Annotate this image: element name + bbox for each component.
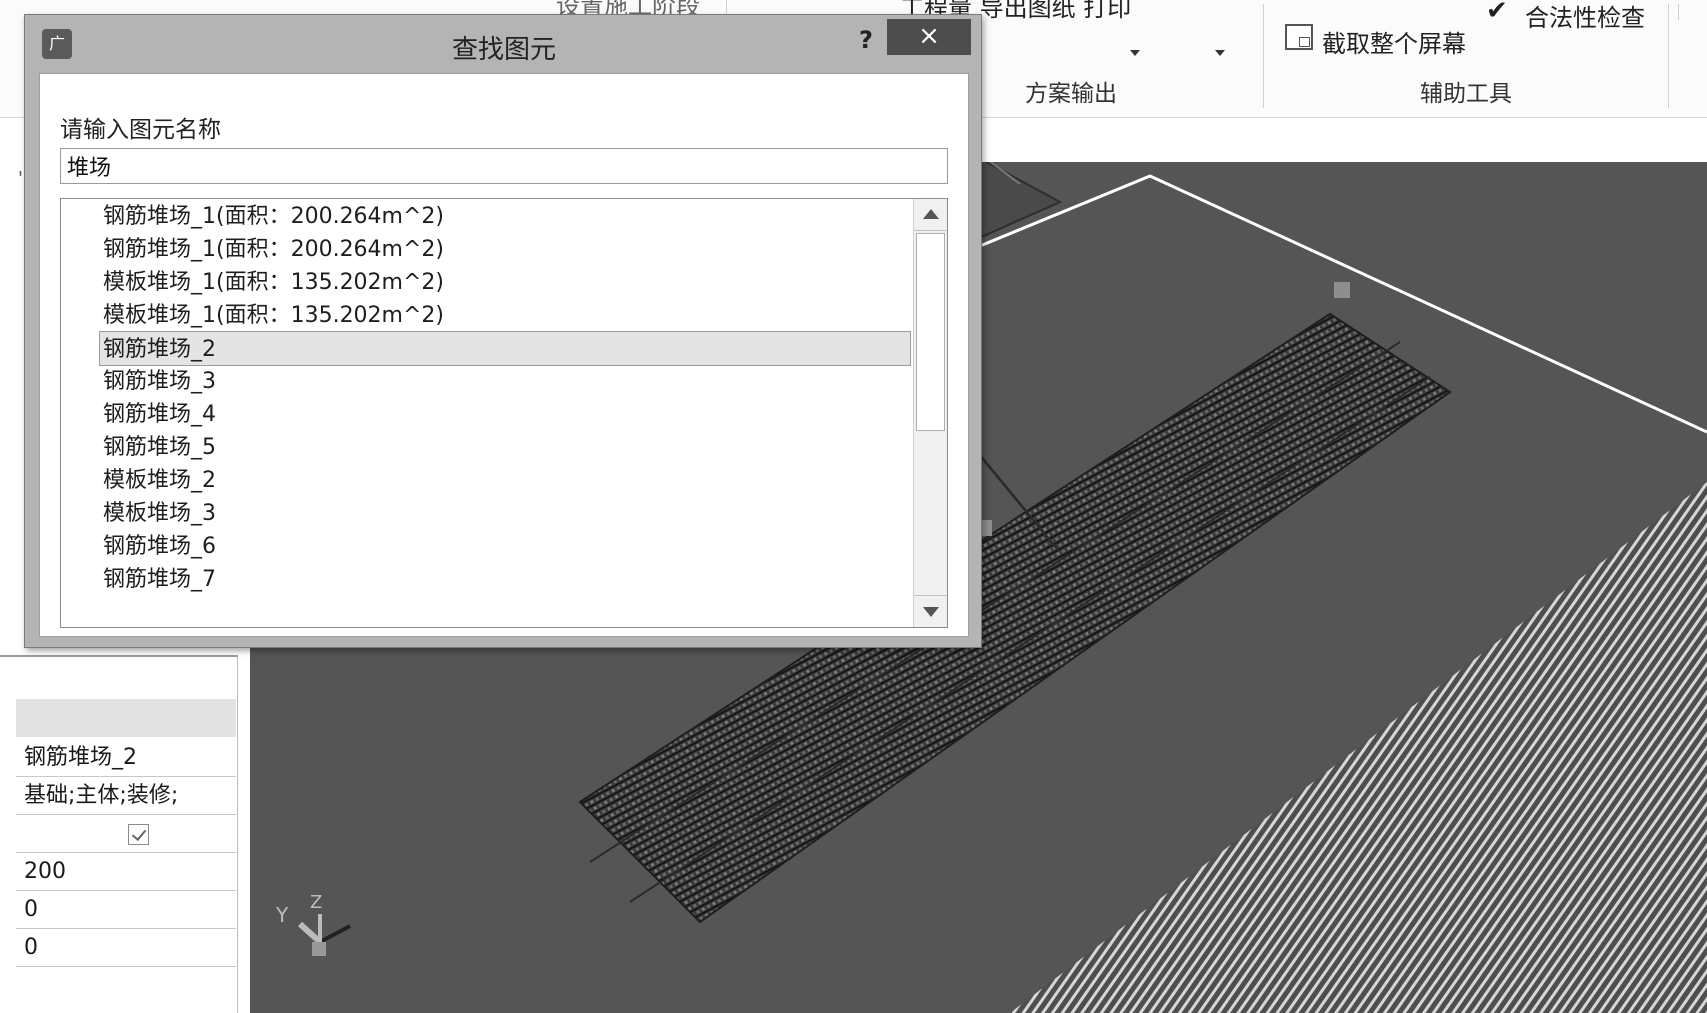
scroll-thumb[interactable] <box>916 233 945 431</box>
ribbon-separator <box>1263 4 1264 108</box>
property-row-visible[interactable] <box>16 815 236 853</box>
group-label-tools: 辅助工具 <box>1420 81 1512 107</box>
result-list-item[interactable]: 钢筋堆场_3 <box>61 364 911 399</box>
property-header <box>16 699 236 737</box>
capture-screen-button[interactable]: 截取整个屏幕 <box>1322 24 1466 59</box>
axis-y-label: Y <box>275 903 289 927</box>
result-list-item[interactable]: 钢筋堆场_4 <box>61 397 911 432</box>
list-scrollbar[interactable] <box>913 199 947 627</box>
search-prompt-label: 请输入图元名称 <box>60 117 221 143</box>
property-row-name[interactable]: 钢筋堆场_2 <box>16 739 236 777</box>
scroll-up-icon[interactable] <box>914 199 947 231</box>
panel-edge-mark: ' <box>18 168 23 189</box>
property-row-stage[interactable]: 基础;主体;装修; <box>16 777 236 815</box>
dropdown-arrow-icon[interactable] <box>1215 50 1225 56</box>
scroll-down-icon[interactable] <box>914 595 947 627</box>
help-button[interactable]: ? <box>851 23 881 57</box>
result-list-item[interactable]: 模板堆场_1(面积：135.202m^2) <box>61 265 911 300</box>
property-row-value-2[interactable]: 0 <box>16 891 236 929</box>
property-panel: 钢筋堆场_2 基础;主体;装修; 200 0 0 <box>0 655 238 1013</box>
checkmark-icon: ✔ <box>1486 0 1508 26</box>
find-element-dialog: 广 查找图元 ? × 请输入图元名称 钢筋堆场_1(面积：200.264m^2)… <box>24 14 982 648</box>
group-label-output: 方案输出 <box>1025 81 1117 107</box>
property-stage-value: 基础;主体;装修; <box>24 783 179 808</box>
result-list-item[interactable]: 钢筋堆场_5 <box>61 430 911 465</box>
dialog-title: 查找图元 <box>451 35 556 65</box>
result-list-item[interactable]: 钢筋堆场_1(面积：200.264m^2) <box>61 199 911 234</box>
app-window: 设置施工阶段 工程量 导出图纸 打印 方案输出 ✔ 合法性检查 截取整个屏幕 辅… <box>0 0 1707 1013</box>
visible-checkbox[interactable] <box>128 824 149 845</box>
dropdown-arrow-icon[interactable] <box>1130 50 1140 56</box>
grip-handle[interactable] <box>1334 282 1350 298</box>
result-list-item[interactable]: 钢筋堆场_7 <box>61 562 911 597</box>
property-value-3: 0 <box>24 935 38 960</box>
property-name-value: 钢筋堆场_2 <box>24 745 137 770</box>
results-list[interactable]: 钢筋堆场_1(面积：200.264m^2) 钢筋堆场_1(面积：200.264m^… <box>60 198 948 628</box>
property-value-2: 0 <box>24 897 38 922</box>
ribbon-separator <box>1668 4 1669 108</box>
screenshot-icon[interactable] <box>1285 24 1313 50</box>
result-list-item[interactable]: 模板堆场_3 <box>61 496 911 531</box>
ribbon-separator <box>1678 4 1679 20</box>
search-input[interactable] <box>60 148 948 184</box>
close-button[interactable]: × <box>887 19 971 55</box>
axis-z-label: Z <box>310 892 322 913</box>
result-list-item[interactable]: 模板堆场_2 <box>61 463 911 498</box>
property-row-value-3[interactable]: 0 <box>16 929 236 967</box>
property-row-value-1[interactable]: 200 <box>16 853 236 891</box>
validity-check-button[interactable]: 合法性检查 <box>1525 0 1645 33</box>
result-list-item[interactable]: 钢筋堆场_6 <box>61 529 911 564</box>
result-list-item[interactable]: 钢筋堆场_1(面积：200.264m^2) <box>61 232 911 267</box>
result-list-item[interactable]: 钢筋堆场_2 <box>99 331 911 366</box>
result-list-item[interactable]: 模板堆场_1(面积：135.202m^2) <box>61 298 911 333</box>
dialog-body: 请输入图元名称 钢筋堆场_1(面积：200.264m^2)钢筋堆场_1(面积：2… <box>39 73 969 637</box>
dialog-titlebar[interactable]: 广 查找图元 ? × <box>25 15 981 71</box>
property-value-1: 200 <box>24 859 66 884</box>
